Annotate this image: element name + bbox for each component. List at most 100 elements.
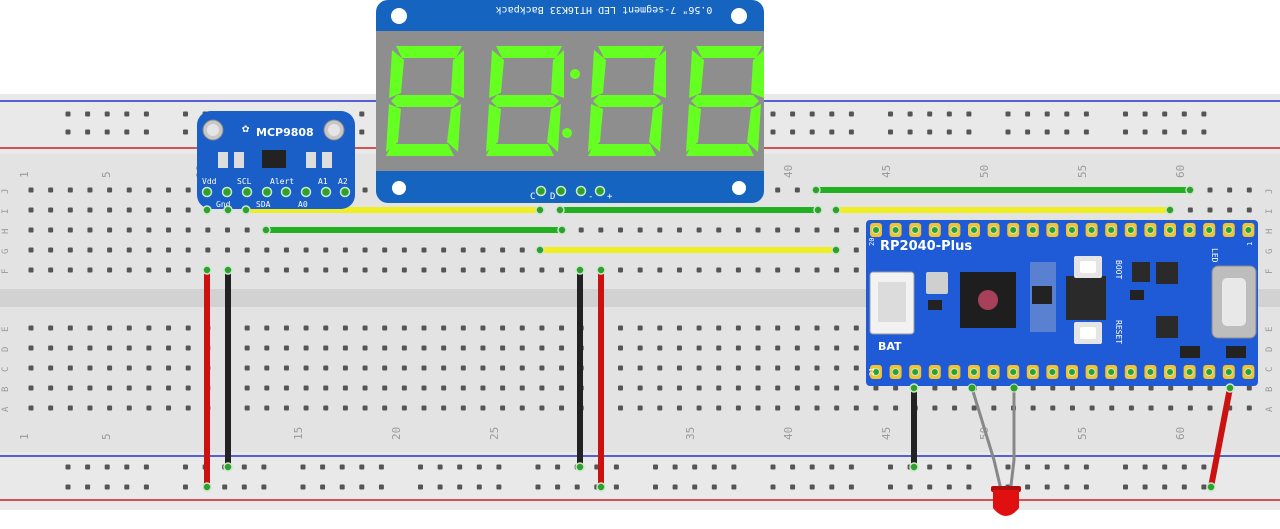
breadboard-hole[interactable] [283, 365, 289, 371]
breadboard-hole[interactable] [362, 187, 368, 193]
rail-hole[interactable] [1083, 129, 1089, 135]
breadboard-hole[interactable] [323, 365, 329, 371]
rail-hole[interactable] [418, 484, 423, 490]
breadboard-hole[interactable] [834, 385, 840, 391]
rail-hole[interactable] [555, 464, 561, 470]
breadboard-hole[interactable] [539, 267, 545, 273]
breadboard-hole[interactable] [264, 405, 270, 411]
breadboard-hole[interactable] [87, 365, 93, 371]
breadboard-hole[interactable] [362, 405, 368, 411]
breadboard-hole[interactable] [716, 325, 722, 331]
rail-hole[interactable] [848, 111, 854, 117]
rail-hole[interactable] [888, 464, 893, 470]
breadboard-hole[interactable] [362, 385, 368, 391]
breadboard-hole[interactable] [834, 405, 840, 411]
breadboard-hole[interactable] [166, 385, 172, 391]
breadboard-hole[interactable] [794, 267, 800, 273]
breadboard-hole[interactable] [244, 247, 250, 253]
rail-hole[interactable] [946, 129, 952, 135]
breadboard-hole[interactable] [126, 345, 132, 351]
breadboard-hole[interactable] [303, 365, 309, 371]
breadboard-hole[interactable] [107, 267, 113, 273]
breadboard-hole[interactable] [87, 227, 93, 233]
breadboard-hole[interactable] [244, 385, 250, 391]
breadboard-hole[interactable] [28, 227, 34, 233]
breadboard-hole[interactable] [676, 325, 682, 331]
breadboard-hole[interactable] [126, 365, 132, 371]
rail-hole[interactable] [927, 464, 933, 470]
rail-hole[interactable] [183, 464, 188, 470]
breadboard-hole[interactable] [146, 325, 152, 331]
breadboard-hole[interactable] [755, 267, 761, 273]
breadboard-hole[interactable] [519, 405, 525, 411]
breadboard-hole[interactable] [126, 207, 132, 213]
rail-hole[interactable] [1201, 111, 1207, 117]
breadboard-hole[interactable] [480, 365, 486, 371]
rail-hole[interactable] [731, 464, 737, 470]
breadboard-hole[interactable] [87, 325, 93, 331]
rail-hole[interactable] [1044, 464, 1050, 470]
rail-hole[interactable] [1201, 464, 1207, 470]
breadboard-hole[interactable] [146, 187, 152, 193]
rail-hole[interactable] [1025, 111, 1031, 117]
breadboard-hole[interactable] [342, 345, 348, 351]
breadboard-hole[interactable] [893, 405, 899, 411]
breadboard-hole[interactable] [401, 345, 407, 351]
breadboard-hole[interactable] [755, 227, 761, 233]
rail-hole[interactable] [300, 484, 306, 490]
breadboard-hole[interactable] [618, 227, 623, 233]
rail-hole[interactable] [261, 484, 267, 490]
breadboard-hole[interactable] [28, 247, 34, 253]
breadboard-hole[interactable] [244, 267, 250, 273]
breadboard-hole[interactable] [28, 405, 34, 411]
rail-hole[interactable] [790, 484, 796, 490]
rail-hole[interactable] [457, 464, 463, 470]
rail-hole[interactable] [770, 464, 776, 470]
breadboard-hole[interactable] [893, 385, 899, 391]
breadboard-hole[interactable] [441, 267, 447, 273]
rail-hole[interactable] [339, 464, 345, 470]
breadboard-hole[interactable] [657, 405, 663, 411]
rail-hole[interactable] [261, 464, 267, 470]
breadboard-hole[interactable] [853, 345, 859, 351]
breadboard-hole[interactable] [401, 325, 407, 331]
breadboard-hole[interactable] [814, 365, 820, 371]
rail-hole[interactable] [222, 484, 228, 490]
breadboard-hole[interactable] [657, 365, 663, 371]
rail-hole[interactable] [183, 111, 188, 117]
breadboard-hole[interactable] [637, 385, 643, 391]
breadboard-hole[interactable] [87, 267, 93, 273]
breadboard-hole[interactable] [342, 385, 348, 391]
rail-hole[interactable] [907, 129, 913, 135]
breadboard-hole[interactable] [539, 365, 545, 371]
rail-hole[interactable] [848, 129, 854, 135]
breadboard-hole[interactable] [28, 207, 34, 213]
breadboard-hole[interactable] [519, 267, 525, 273]
breadboard-hole[interactable] [460, 385, 466, 391]
breadboard-hole[interactable] [618, 325, 623, 331]
rail-hole[interactable] [85, 484, 91, 490]
rail-hole[interactable] [653, 484, 658, 490]
breadboard-hole[interactable] [146, 207, 152, 213]
breadboard-hole[interactable] [303, 405, 309, 411]
rail-hole[interactable] [927, 111, 933, 117]
breadboard-hole[interactable] [873, 405, 879, 411]
breadboard-hole[interactable] [775, 227, 781, 233]
breadboard-hole[interactable] [794, 385, 800, 391]
rail-hole[interactable] [183, 129, 188, 135]
breadboard-hole[interactable] [225, 227, 230, 233]
rail-hole[interactable] [104, 111, 110, 117]
breadboard-hole[interactable] [775, 267, 781, 273]
breadboard-hole[interactable] [146, 345, 152, 351]
rail-hole[interactable] [888, 111, 893, 117]
breadboard-hole[interactable] [1030, 405, 1036, 411]
breadboard-hole[interactable] [539, 345, 545, 351]
breadboard-hole[interactable] [735, 267, 741, 273]
breadboard-hole[interactable] [382, 365, 388, 371]
breadboard-hole[interactable] [598, 227, 604, 233]
breadboard-hole[interactable] [755, 385, 761, 391]
rail-hole[interactable] [359, 111, 365, 117]
rail-hole[interactable] [790, 111, 796, 117]
rail-hole[interactable] [104, 484, 110, 490]
breadboard-hole[interactable] [519, 385, 525, 391]
